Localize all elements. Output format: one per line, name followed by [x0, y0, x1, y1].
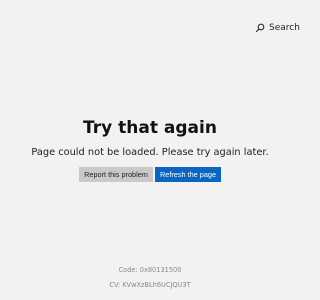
- app-window: Search Try that again Page could not be …: [0, 0, 300, 300]
- report-problem-button[interactable]: Report this problem: [79, 167, 153, 182]
- correlation-vector: CV: KVwXzBLh6UCJQU3T: [109, 281, 191, 289]
- search-label: Search: [269, 22, 300, 33]
- refresh-page-button[interactable]: Refresh the page: [155, 167, 221, 182]
- error-message: Page could not be loaded. Please try aga…: [31, 147, 269, 158]
- action-buttons: Report this problem Refresh the page: [79, 167, 221, 182]
- top-bar: Search: [0, 0, 300, 40]
- search-button[interactable]: Search: [255, 20, 300, 36]
- error-title: Try that again: [83, 118, 217, 138]
- error-code: Code: 0x80131500: [118, 266, 182, 274]
- search-icon: [255, 23, 265, 33]
